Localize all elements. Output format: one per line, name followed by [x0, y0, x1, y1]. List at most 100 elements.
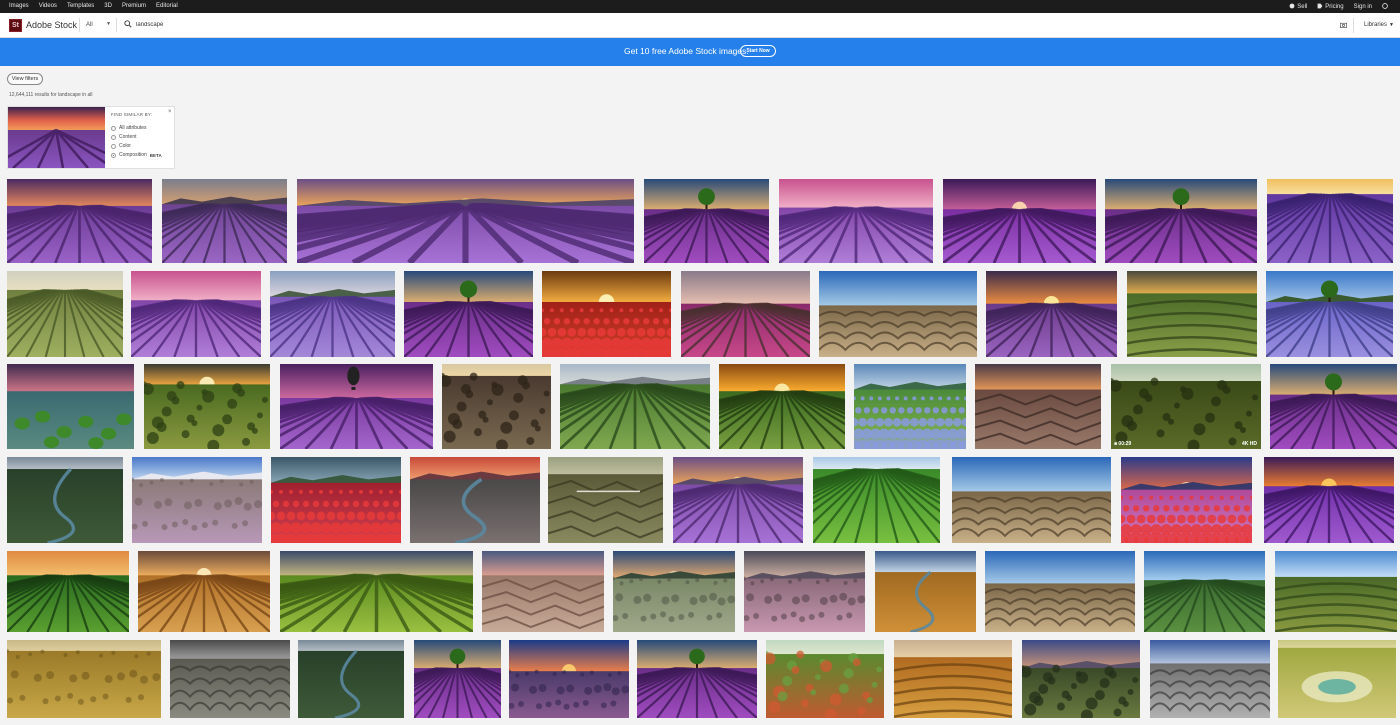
- result-image[interactable]: ■ 00:29 4K HD: [1111, 364, 1261, 449]
- result-image[interactable]: [442, 364, 551, 449]
- result-image[interactable]: [410, 457, 540, 543]
- result-image-thumbnail: [1144, 551, 1265, 632]
- result-image[interactable]: [975, 364, 1101, 449]
- result-image-thumbnail: [7, 457, 123, 543]
- result-image-thumbnail: [819, 271, 977, 357]
- result-image[interactable]: [297, 179, 634, 263]
- result-image[interactable]: [7, 551, 129, 632]
- result-image[interactable]: [132, 457, 262, 543]
- result-image-thumbnail: [637, 640, 757, 718]
- result-image-thumbnail: [138, 551, 270, 632]
- result-image[interactable]: [7, 457, 123, 543]
- result-image-thumbnail: [1275, 551, 1397, 632]
- result-image-thumbnail: [1111, 364, 1261, 449]
- result-image[interactable]: [637, 640, 757, 718]
- result-image-thumbnail: [766, 640, 884, 718]
- result-image-thumbnail: [1022, 640, 1140, 718]
- result-image-thumbnail: [144, 364, 270, 449]
- result-image[interactable]: [7, 640, 161, 718]
- result-image-thumbnail: [297, 179, 634, 263]
- result-image-thumbnail: [875, 551, 976, 632]
- result-image[interactable]: [7, 271, 123, 357]
- result-image[interactable]: [613, 551, 735, 632]
- result-image[interactable]: [1144, 551, 1265, 632]
- result-image[interactable]: [162, 179, 287, 263]
- result-image-thumbnail: [644, 179, 769, 263]
- result-image-thumbnail: [7, 640, 161, 718]
- result-image-thumbnail: [1266, 271, 1393, 357]
- result-image[interactable]: [986, 271, 1117, 357]
- result-image[interactable]: [1275, 551, 1397, 632]
- result-image[interactable]: [542, 271, 671, 357]
- result-image[interactable]: [280, 364, 433, 449]
- result-image[interactable]: [270, 271, 395, 357]
- result-image-thumbnail: [975, 364, 1101, 449]
- result-image-thumbnail: [952, 457, 1111, 543]
- video-duration-badge: ■ 00:29: [1114, 441, 1132, 447]
- result-image[interactable]: [1150, 640, 1270, 718]
- result-image[interactable]: [681, 271, 810, 357]
- result-image[interactable]: [482, 551, 604, 632]
- result-image[interactable]: [719, 364, 845, 449]
- result-image[interactable]: [271, 457, 401, 543]
- result-image[interactable]: [144, 364, 270, 449]
- result-image[interactable]: [744, 551, 865, 632]
- result-image[interactable]: [1121, 457, 1252, 543]
- result-image[interactable]: [1022, 640, 1140, 718]
- result-image[interactable]: [943, 179, 1096, 263]
- result-image-thumbnail: [7, 551, 129, 632]
- result-image[interactable]: [414, 640, 501, 718]
- video-resolution-badge: 4K HD: [1241, 441, 1257, 447]
- result-image[interactable]: [131, 271, 261, 357]
- result-image[interactable]: [779, 179, 933, 263]
- image-results-grid: ■ 00:29 4K HD: [0, 0, 1400, 725]
- result-image[interactable]: [548, 457, 663, 543]
- result-image[interactable]: [560, 364, 710, 449]
- result-image[interactable]: [875, 551, 976, 632]
- result-image[interactable]: [1105, 179, 1257, 263]
- result-image-thumbnail: [1264, 457, 1394, 543]
- result-image-thumbnail: [132, 457, 262, 543]
- result-image[interactable]: [509, 640, 629, 718]
- result-image[interactable]: [813, 457, 940, 543]
- result-image[interactable]: [854, 364, 966, 449]
- result-image[interactable]: [7, 179, 152, 263]
- result-image[interactable]: [298, 640, 404, 718]
- result-image[interactable]: [952, 457, 1111, 543]
- result-image[interactable]: [170, 640, 290, 718]
- result-image-thumbnail: [744, 551, 865, 632]
- result-image-thumbnail: [271, 457, 401, 543]
- result-image[interactable]: [404, 271, 533, 357]
- result-image[interactable]: [766, 640, 884, 718]
- result-image[interactable]: [894, 640, 1012, 718]
- result-image-thumbnail: [509, 640, 629, 718]
- result-image[interactable]: [280, 551, 473, 632]
- result-image-thumbnail: [719, 364, 845, 449]
- result-image[interactable]: [1270, 364, 1397, 449]
- result-image-thumbnail: [280, 551, 473, 632]
- result-image-thumbnail: [270, 271, 395, 357]
- result-image-thumbnail: [1127, 271, 1257, 357]
- result-image[interactable]: [1267, 179, 1393, 263]
- result-image[interactable]: [1278, 640, 1396, 718]
- result-image-thumbnail: [404, 271, 533, 357]
- result-image-thumbnail: [170, 640, 290, 718]
- result-image-thumbnail: [1278, 640, 1396, 718]
- result-image-thumbnail: [542, 271, 671, 357]
- result-image[interactable]: [985, 551, 1135, 632]
- result-image-thumbnail: [854, 364, 966, 449]
- result-image-thumbnail: [681, 271, 810, 357]
- result-image[interactable]: [1266, 271, 1393, 357]
- result-image-thumbnail: [1267, 179, 1393, 263]
- result-image[interactable]: [7, 364, 134, 449]
- result-image[interactable]: [673, 457, 803, 543]
- result-image-thumbnail: [1121, 457, 1252, 543]
- result-image[interactable]: [138, 551, 270, 632]
- result-image[interactable]: [1264, 457, 1394, 543]
- result-image[interactable]: [819, 271, 977, 357]
- result-image-thumbnail: [986, 271, 1117, 357]
- result-image-thumbnail: [482, 551, 604, 632]
- result-image[interactable]: [1127, 271, 1257, 357]
- result-image[interactable]: [644, 179, 769, 263]
- result-image-thumbnail: [1105, 179, 1257, 263]
